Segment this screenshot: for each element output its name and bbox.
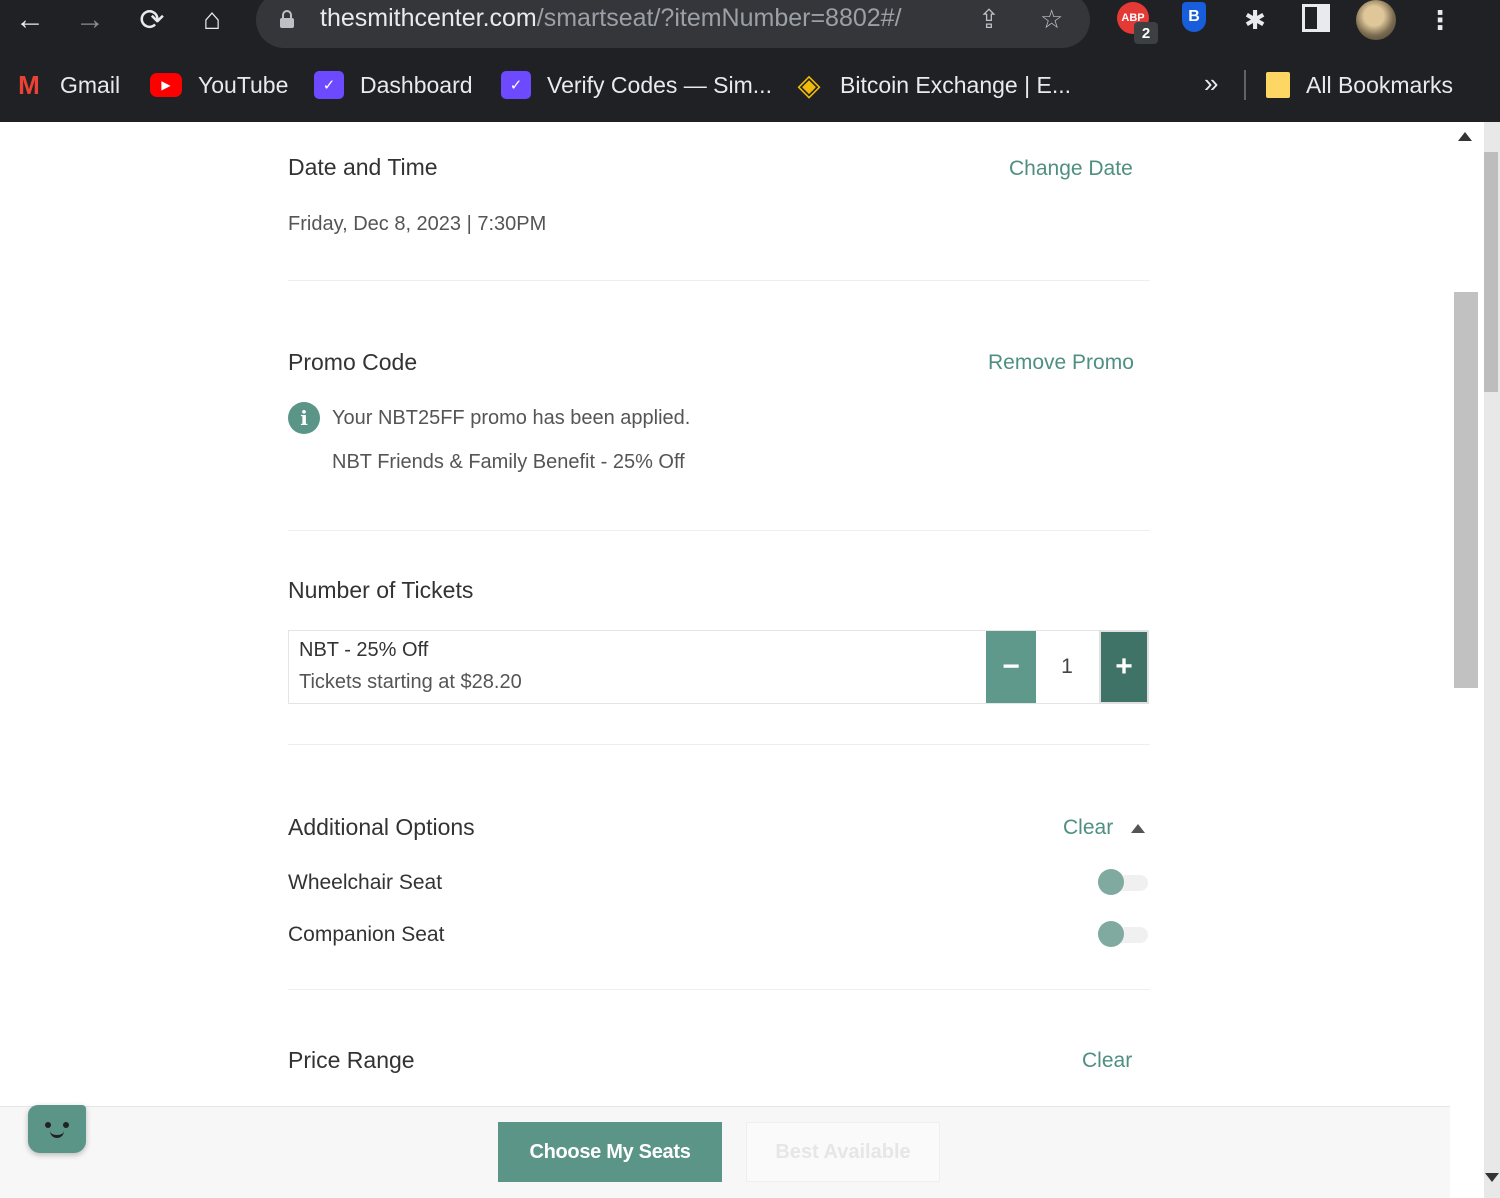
promo-applied-message: Your NBT25FF promo has been applied. xyxy=(332,407,691,429)
chat-widget-icon[interactable] xyxy=(28,1105,86,1153)
address-bar[interactable]: thesmithcenter.com/smartseat/?itemNumber… xyxy=(256,0,1090,48)
url-text[interactable]: thesmithcenter.com/smartseat/?itemNumber… xyxy=(320,4,902,33)
best-available-button[interactable]: Best Available xyxy=(746,1122,940,1182)
info-icon: i xyxy=(288,402,320,434)
forward-button[interactable]: → xyxy=(70,0,110,40)
home-button[interactable]: ⌂ xyxy=(192,0,232,40)
choose-my-seats-button[interactable]: Choose My Seats xyxy=(498,1122,722,1182)
section-divider xyxy=(288,530,1150,531)
adblock-count-badge: 2 xyxy=(1134,22,1158,44)
number-of-tickets-title: Number of Tickets xyxy=(288,577,474,603)
menu-kebab-icon[interactable]: ⋮ xyxy=(1427,2,1453,38)
youtube-icon: ▶ xyxy=(150,73,182,97)
increase-quantity-button[interactable]: + xyxy=(1099,630,1149,704)
share-icon[interactable]: ⇪ xyxy=(978,4,1000,35)
ticket-type-name: NBT - 25% Off xyxy=(299,639,429,661)
bookmark-label: Verify Codes — Sim... xyxy=(547,71,772,98)
bookmark-star-icon[interactable]: ☆ xyxy=(1040,4,1063,35)
window-scrollbar[interactable] xyxy=(1484,122,1500,1198)
scroll-thumb[interactable] xyxy=(1454,292,1478,688)
date-time-title: Date and Time xyxy=(288,154,438,180)
back-arrow-icon: ← xyxy=(15,3,45,36)
side-panel-icon[interactable] xyxy=(1302,4,1330,32)
bitwarden-extension-icon[interactable]: B xyxy=(1182,2,1206,32)
url-host: thesmithcenter.com xyxy=(320,4,537,32)
collapse-caret-icon[interactable] xyxy=(1131,824,1145,833)
bookmarks-bar: M Gmail ▶ YouTube ✓ Dashboard ✓ Verify C… xyxy=(0,62,1500,108)
toggle-knob xyxy=(1098,921,1124,947)
all-bookmarks-label: All Bookmarks xyxy=(1306,71,1453,98)
bookmark-verify-codes[interactable]: ✓ Verify Codes — Sim... xyxy=(501,62,772,108)
toggle-knob xyxy=(1098,869,1124,895)
reload-button[interactable]: ⟳ xyxy=(132,0,172,40)
back-button[interactable]: ← xyxy=(10,0,50,40)
bookmark-bitcoin-exchange[interactable]: ◈ Bitcoin Exchange | E... xyxy=(794,62,1071,108)
promo-code-title: Promo Code xyxy=(288,349,418,375)
proton-icon: ✓ xyxy=(314,71,344,99)
bookmarks-overflow-icon[interactable]: » xyxy=(1204,68,1218,99)
bookmark-label: Bitcoin Exchange | E... xyxy=(840,71,1071,98)
bookmarks-divider xyxy=(1244,70,1246,100)
home-icon: ⌂ xyxy=(202,3,222,36)
all-bookmarks-button[interactable]: All Bookmarks xyxy=(1266,62,1453,108)
bottom-action-bar: Choose My Seats Best Available xyxy=(0,1106,1450,1198)
remove-promo-link[interactable]: Remove Promo xyxy=(988,351,1134,375)
wheelchair-seat-label: Wheelchair Seat xyxy=(288,871,443,894)
browser-toolbar: ← → ⟳ ⌂ thesmithcenter.com/smartseat/?it… xyxy=(0,0,1500,52)
binance-icon: ◈ xyxy=(797,68,821,102)
browser-chrome: ← → ⟳ ⌂ thesmithcenter.com/smartseat/?it… xyxy=(0,0,1500,122)
forward-arrow-icon: → xyxy=(75,3,105,36)
ticket-quantity[interactable]: 1 xyxy=(1036,631,1098,703)
ticket-type-row: NBT - 25% Off Tickets starting at $28.20… xyxy=(288,630,1149,704)
decrease-quantity-button[interactable]: − xyxy=(986,631,1036,703)
clear-options-link[interactable]: Clear xyxy=(1063,816,1113,840)
page-scrollbar[interactable] xyxy=(1450,122,1484,1198)
extensions-puzzle-icon[interactable]: ✱ xyxy=(1238,2,1272,38)
companion-seat-label: Companion Seat xyxy=(288,923,445,946)
reload-icon: ⟳ xyxy=(139,3,165,37)
clear-price-range-link[interactable]: Clear xyxy=(1082,1049,1132,1073)
section-divider xyxy=(288,989,1150,990)
change-date-link[interactable]: Change Date xyxy=(1009,157,1133,181)
scroll-up-arrow-icon[interactable] xyxy=(1458,132,1472,141)
lock-icon[interactable] xyxy=(280,10,294,28)
ticket-price-text: Tickets starting at $28.20 xyxy=(299,671,522,693)
bookmark-label: Dashboard xyxy=(360,71,473,98)
profile-avatar[interactable] xyxy=(1356,0,1396,40)
gmail-icon: M xyxy=(18,69,40,100)
proton-icon: ✓ xyxy=(501,71,531,99)
scroll-down-arrow-icon[interactable] xyxy=(1485,1173,1499,1182)
bookmark-youtube[interactable]: ▶ YouTube xyxy=(150,62,288,108)
promo-detail: NBT Friends & Family Benefit - 25% Off xyxy=(332,451,685,473)
bookmark-label: YouTube xyxy=(198,71,289,98)
section-divider xyxy=(288,280,1150,281)
bookmark-gmail[interactable]: M Gmail xyxy=(14,62,120,108)
bookmark-dashboard[interactable]: ✓ Dashboard xyxy=(314,62,473,108)
price-range-title: Price Range xyxy=(288,1047,415,1073)
additional-options-title: Additional Options xyxy=(288,814,475,840)
window-scroll-thumb[interactable] xyxy=(1484,152,1498,392)
bookmark-label: Gmail xyxy=(60,71,121,98)
event-datetime: Friday, Dec 8, 2023 | 7:30PM xyxy=(288,213,547,235)
section-divider xyxy=(288,744,1150,745)
folder-icon xyxy=(1266,72,1290,98)
url-path: /smartseat/?itemNumber=8802#/ xyxy=(536,4,902,32)
page-content: Date and Time Change Date Friday, Dec 8,… xyxy=(0,122,1450,1198)
